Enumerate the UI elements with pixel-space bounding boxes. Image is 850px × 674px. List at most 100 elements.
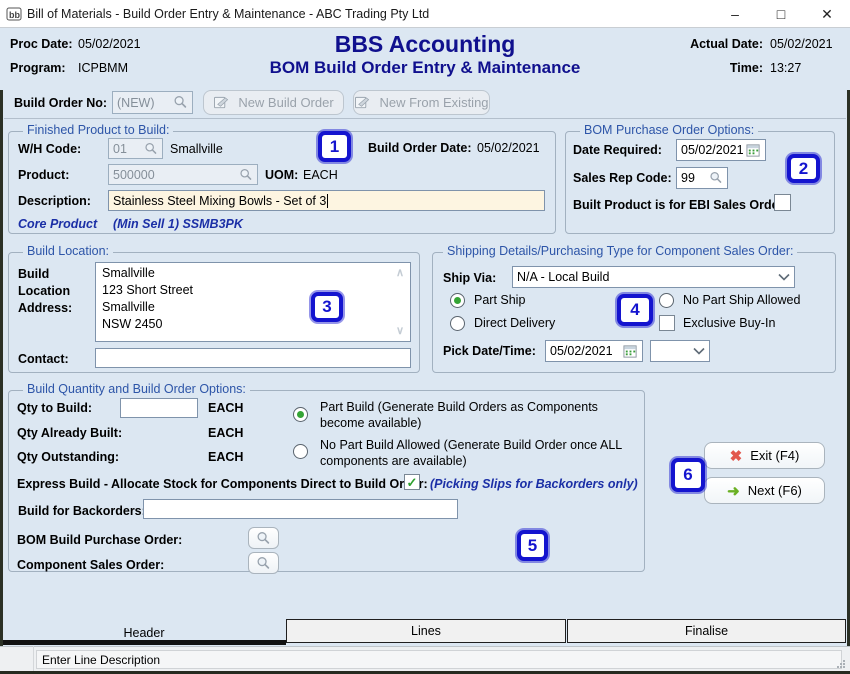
tab-header-active-bar	[3, 640, 286, 645]
finished-product-legend: Finished Product to Build:	[23, 123, 173, 137]
close-icon[interactable]: ✕	[804, 0, 850, 28]
address-value: Smallville 123 Short Street Smallville N…	[102, 265, 193, 333]
express-build-checkbox[interactable]: ✓	[404, 474, 420, 490]
no-part-ship-radio[interactable]	[659, 293, 674, 308]
build-order-no-value: (NEW)	[117, 96, 173, 110]
annotation-marker-5: 5	[517, 530, 548, 561]
ship-via-value: N/A - Local Build	[517, 270, 778, 284]
date-required-value: 05/02/2021	[681, 143, 746, 157]
component-so-search-button[interactable]	[248, 552, 279, 574]
shipping-legend: Shipping Details/Purchasing Type for Com…	[443, 244, 797, 258]
part-build-radio[interactable]	[293, 407, 308, 422]
bom-build-po-label: BOM Build Purchase Order:	[17, 533, 182, 547]
product-code-value: 500000	[113, 168, 239, 182]
build-for-backorders-label: Build for Backorders:	[18, 504, 146, 518]
qty-already-built-uom: EACH	[208, 426, 243, 440]
description-label: Description:	[18, 194, 91, 208]
exclusive-buyin-checkbox[interactable]	[659, 315, 675, 331]
core-product-note: Core Product	[18, 217, 97, 231]
date-required-field[interactable]: 05/02/2021	[676, 139, 766, 161]
qty-outstanding-label: Qty Outstanding:	[17, 450, 119, 464]
direct-delivery-label: Direct Delivery	[474, 316, 555, 330]
build-order-date-value: 05/02/2021	[477, 141, 540, 155]
search-icon[interactable]	[144, 142, 158, 156]
tab-lines[interactable]: Lines	[286, 619, 566, 643]
scroll-up-icon[interactable]: ∧	[396, 266, 404, 279]
title-bar: bb Bill of Materials - Build Order Entry…	[0, 0, 850, 28]
search-icon[interactable]	[709, 171, 723, 185]
component-so-label: Component Sales Order:	[17, 558, 164, 572]
tab-header[interactable]: Header	[3, 626, 285, 640]
wh-code-field[interactable]: 01	[108, 138, 163, 159]
qty-already-built-label: Qty Already Built:	[17, 426, 122, 440]
search-icon	[256, 556, 271, 571]
wh-name: Smallville	[170, 142, 223, 156]
uom-label: UOM:	[265, 168, 298, 182]
pick-time-dropdown[interactable]	[650, 340, 710, 362]
search-icon	[256, 531, 271, 546]
exclusive-buyin-label: Exclusive Buy-In	[683, 316, 775, 330]
svg-text:bb: bb	[9, 10, 20, 20]
address-label: Build Location Address:	[18, 266, 86, 317]
bom-build-po-search-button[interactable]	[248, 527, 279, 549]
next-button[interactable]: ➜ Next (F6)	[704, 477, 825, 504]
panel-divider	[4, 118, 846, 119]
direct-delivery-radio[interactable]	[450, 316, 465, 331]
build-order-no-field[interactable]: (NEW)	[112, 91, 193, 114]
part-ship-radio[interactable]	[450, 293, 465, 308]
no-part-ship-label: No Part Ship Allowed	[683, 293, 800, 307]
ship-via-dropdown[interactable]: N/A - Local Build	[512, 266, 795, 288]
next-arrow-icon: ➜	[727, 482, 740, 500]
calendar-icon[interactable]	[746, 143, 761, 158]
scroll-down-icon[interactable]: ∨	[396, 324, 404, 337]
part-ship-label: Part Ship	[474, 293, 525, 307]
sales-rep-field[interactable]: 99	[676, 167, 728, 189]
qty-to-build-field[interactable]	[120, 398, 198, 418]
new-build-order-button[interactable]: New Build Order	[203, 90, 344, 115]
qty-outstanding-uom: EACH	[208, 450, 243, 464]
date-required-label: Date Required:	[573, 143, 662, 157]
new-build-order-label: New Build Order	[238, 95, 333, 110]
maximize-icon[interactable]: □	[758, 0, 804, 28]
chevron-down-icon	[778, 273, 790, 281]
wh-code-value: 01	[113, 142, 144, 156]
description-field[interactable]: Stainless Steel Mixing Bowls - Set of 3	[108, 190, 545, 211]
build-for-backorders-field[interactable]	[143, 499, 458, 519]
description-value: Stainless Steel Mixing Bowls - Set of 3	[113, 194, 326, 208]
wh-code-label: W/H Code:	[18, 142, 81, 156]
new-document-icon	[354, 95, 371, 110]
qty-to-build-label: Qty to Build:	[17, 401, 92, 415]
tab-finalise[interactable]: Finalise	[567, 619, 846, 643]
text-caret	[327, 194, 328, 208]
contact-field[interactable]	[95, 348, 411, 368]
window-title: Bill of Materials - Build Order Entry & …	[27, 7, 429, 21]
purchase-options-legend: BOM Purchase Order Options:	[580, 123, 758, 137]
part-build-label: Part Build (Generate Build Orders as Com…	[320, 399, 625, 431]
product-field[interactable]: 500000	[108, 164, 258, 185]
sales-rep-label: Sales Rep Code:	[573, 171, 672, 185]
exit-x-icon: ✖	[730, 447, 743, 465]
pick-date-field[interactable]: 05/02/2021	[545, 340, 643, 362]
app-icon: bb	[6, 6, 22, 22]
address-textarea[interactable]: Smallville 123 Short Street Smallville N…	[95, 262, 411, 342]
check-icon: ✓	[407, 476, 418, 489]
contact-label: Contact:	[18, 352, 69, 366]
uom-value: EACH	[303, 168, 338, 182]
new-document-icon	[213, 95, 230, 110]
calendar-icon[interactable]	[623, 344, 638, 359]
screen: bb Bill of Materials - Build Order Entry…	[0, 0, 850, 674]
search-icon[interactable]	[173, 95, 188, 110]
new-from-existing-button[interactable]: New From Existing	[353, 90, 490, 115]
exit-button[interactable]: ✖ Exit (F4)	[704, 442, 825, 469]
ebi-sales-order-checkbox[interactable]	[774, 194, 791, 211]
new-from-existing-label: New From Existing	[379, 95, 488, 110]
search-icon[interactable]	[239, 168, 253, 182]
resize-grip[interactable]	[836, 659, 846, 669]
annotation-marker-2: 2	[787, 154, 820, 183]
status-bar-cell	[0, 646, 34, 671]
no-part-build-label: No Part Build Allowed (Generate Build Or…	[320, 437, 635, 469]
no-part-build-radio[interactable]	[293, 444, 308, 459]
pick-date-value: 05/02/2021	[550, 344, 623, 358]
minimize-icon[interactable]: –	[712, 0, 758, 28]
ebi-sales-order-label: Built Product is for EBI Sales Order:	[573, 198, 788, 212]
